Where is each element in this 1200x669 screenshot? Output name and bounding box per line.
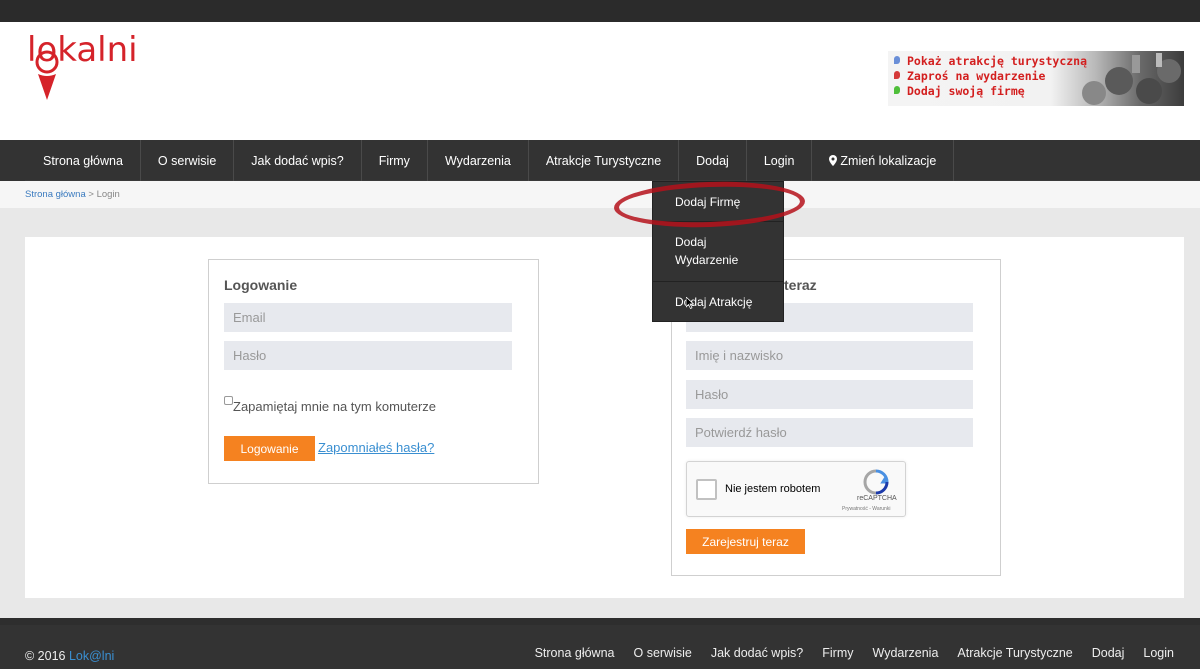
password-field[interactable]: Hasło bbox=[224, 341, 512, 370]
nav-item-about[interactable]: O serwisie bbox=[141, 140, 235, 181]
pin-icon bbox=[894, 71, 900, 79]
nav-item-change-location[interactable]: Zmień lokalizacje bbox=[812, 140, 955, 181]
login-button[interactable]: Logowanie bbox=[224, 436, 315, 461]
mouse-cursor-icon bbox=[686, 297, 694, 309]
recaptcha-checkbox[interactable] bbox=[696, 479, 717, 500]
remember-checkbox[interactable] bbox=[224, 396, 233, 405]
nav-item-companies[interactable]: Firmy bbox=[362, 140, 428, 181]
breadcrumb-bar bbox=[0, 181, 1200, 208]
banner-line: Zaproś na wydarzenie bbox=[894, 69, 1045, 83]
footer-link-attractions[interactable]: Atrakcje Turystyczne bbox=[957, 646, 1072, 660]
location-pin-icon bbox=[35, 50, 59, 100]
nav-item-login[interactable]: Login bbox=[747, 140, 813, 181]
banner-line: Dodaj swoją firmę bbox=[894, 84, 1025, 98]
remember-label: Zapamiętaj mnie na tym komuterze bbox=[233, 399, 437, 414]
breadcrumb-separator: > bbox=[85, 189, 97, 200]
nav-item-events[interactable]: Wydarzenia bbox=[428, 140, 529, 181]
map-marker-icon bbox=[829, 155, 838, 166]
nav-item-how-to-add[interactable]: Jak dodać wpis? bbox=[234, 140, 362, 181]
breadcrumb-home-link[interactable]: Strona główna bbox=[25, 189, 86, 200]
confirm-password-field[interactable]: Potwierdź hasło bbox=[686, 418, 973, 447]
footer-nav: Strona główna O serwisie Jak dodać wpis?… bbox=[516, 646, 1174, 660]
main-nav: Strona główna O serwisie Jak dodać wpis?… bbox=[25, 140, 1200, 181]
footer-divider bbox=[0, 618, 1200, 625]
footer-link-companies[interactable]: Firmy bbox=[822, 646, 853, 660]
login-title: Logowanie bbox=[224, 277, 298, 293]
nav-item-label: Zmień lokalizacje bbox=[840, 153, 937, 168]
register-title: teraz bbox=[784, 277, 817, 293]
nav-item-add[interactable]: Dodaj bbox=[679, 140, 747, 181]
footer-link-about[interactable]: O serwisie bbox=[634, 646, 692, 660]
site-logo[interactable]: lokalni bbox=[27, 30, 157, 102]
promo-banner[interactable]: Pokaż atrakcję turystyczną Zaproś na wyd… bbox=[888, 51, 1184, 106]
footer-brand-link[interactable]: Lok@lni bbox=[69, 649, 114, 663]
gears-image-icon bbox=[1082, 53, 1181, 105]
recaptcha-widget: Nie jestem robotem reCAPTCHA Prywatność … bbox=[686, 461, 906, 517]
footer-link-login[interactable]: Login bbox=[1143, 646, 1174, 660]
breadcrumb: Strona główna > Login bbox=[25, 189, 120, 200]
footer-link-how-to-add[interactable]: Jak dodać wpis? bbox=[711, 646, 803, 660]
recaptcha-brand: reCAPTCHA bbox=[857, 495, 897, 502]
fullname-field[interactable]: Imię i nazwisko bbox=[686, 341, 973, 370]
pin-icon bbox=[894, 86, 900, 94]
forgot-password-link[interactable]: Zapomniałeś hasła? bbox=[318, 440, 434, 455]
nav-item-attractions[interactable]: Atrakcje Turystyczne bbox=[529, 140, 680, 181]
breadcrumb-current: Login bbox=[96, 189, 120, 200]
top-strip bbox=[0, 0, 1200, 22]
footer-link-home[interactable]: Strona główna bbox=[535, 646, 615, 660]
copyright: © 2016 Lok@lni bbox=[25, 649, 115, 663]
dropdown-item-add-attraction[interactable]: Dodaj Atrakcję bbox=[653, 282, 783, 322]
nav-item-home[interactable]: Strona główna bbox=[25, 140, 141, 181]
recaptcha-label: Nie jestem robotem bbox=[725, 483, 821, 495]
email-field[interactable]: Email bbox=[224, 303, 512, 332]
register-button[interactable]: Zarejestruj teraz bbox=[686, 529, 805, 554]
recaptcha-terms[interactable]: Prywatność - Warunki bbox=[842, 506, 890, 512]
content-area bbox=[25, 237, 1184, 598]
footer-link-events[interactable]: Wydarzenia bbox=[873, 646, 939, 660]
recaptcha-icon bbox=[863, 469, 889, 495]
pin-icon bbox=[894, 56, 900, 64]
footer-link-add[interactable]: Dodaj bbox=[1092, 646, 1125, 660]
dropdown-item-add-event[interactable]: Dodaj Wydarzenie bbox=[653, 222, 783, 282]
register-password-field[interactable]: Hasło bbox=[686, 380, 973, 409]
banner-line: Pokaż atrakcję turystyczną bbox=[894, 54, 1087, 68]
